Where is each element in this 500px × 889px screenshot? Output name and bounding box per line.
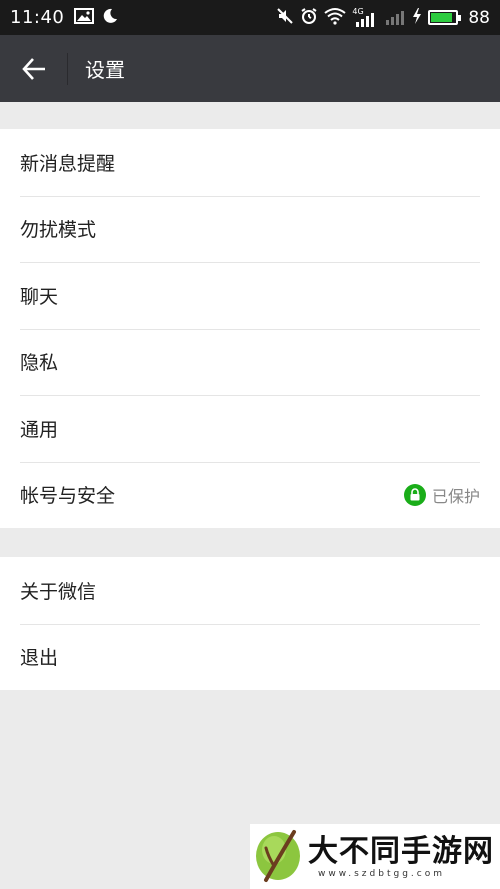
leaf-logo-icon (254, 826, 304, 888)
status-right-icons: 4G 88 (276, 6, 490, 30)
settings-item-general[interactable]: 通用 (0, 395, 500, 462)
settings-item-label: 关于微信 (20, 580, 97, 603)
status-left-icons (74, 7, 118, 28)
settings-item-label: 通用 (20, 418, 59, 441)
protection-status: 已保护 (403, 483, 480, 507)
settings-item-label: 新消息提醒 (20, 152, 116, 175)
site-watermark: 大不同手游网 www.szdbtgg.com (250, 824, 500, 889)
settings-item-account-security[interactable]: 帐号与安全 已保护 (0, 461, 500, 529)
protection-status-text: 已保护 (431, 486, 480, 506)
settings-item-new-message-alerts[interactable]: 新消息提醒 (0, 129, 500, 196)
status-time: 11:40 (10, 7, 65, 28)
wifi-icon (324, 7, 346, 29)
status-bar: 11:40 4G 88 (0, 0, 500, 35)
moon-icon (102, 8, 118, 28)
settings-item-label: 帐号与安全 (20, 485, 116, 508)
settings-item-label: 勿扰模式 (20, 219, 97, 242)
settings-item-about-wechat[interactable]: 关于微信 (0, 557, 500, 624)
settings-item-label: 隐私 (20, 352, 59, 375)
nav-divider (67, 52, 68, 85)
settings-item-do-not-disturb[interactable]: 勿扰模式 (0, 195, 500, 263)
charging-icon (412, 7, 422, 29)
alarm-icon (300, 7, 318, 29)
settings-item-privacy[interactable]: 隐私 (0, 328, 500, 396)
watermark-title: 大不同手游网 (308, 833, 494, 869)
settings-item-label: 聊天 (20, 285, 59, 308)
mute-icon (276, 7, 294, 29)
lock-icon (403, 483, 426, 506)
settings-item-label: 退出 (20, 647, 59, 670)
signal-icon-secondary (384, 6, 406, 30)
signal-4g-icon: 4G (352, 7, 378, 28)
arrow-left-icon (21, 57, 45, 80)
gallery-icon (74, 7, 95, 28)
battery-fill (431, 13, 453, 22)
nav-bar: 设置 (0, 35, 500, 102)
settings-item-log-out[interactable]: 退出 (0, 623, 500, 691)
settings-group-main: 新消息提醒 勿扰模式 聊天 隐私 通用 帐号与安全 已保护 (0, 129, 500, 528)
page-title: 设置 (85, 58, 125, 82)
battery-level: 88 (468, 7, 490, 28)
settings-group-secondary: 关于微信 退出 (0, 557, 500, 690)
settings-item-chats[interactable]: 聊天 (0, 262, 500, 329)
battery-icon (428, 10, 462, 25)
watermark-url: www.szdbtgg.com (318, 868, 445, 879)
watermark-text: 大不同手游网 www.szdbtgg.com (308, 833, 494, 879)
back-button[interactable] (0, 35, 67, 102)
